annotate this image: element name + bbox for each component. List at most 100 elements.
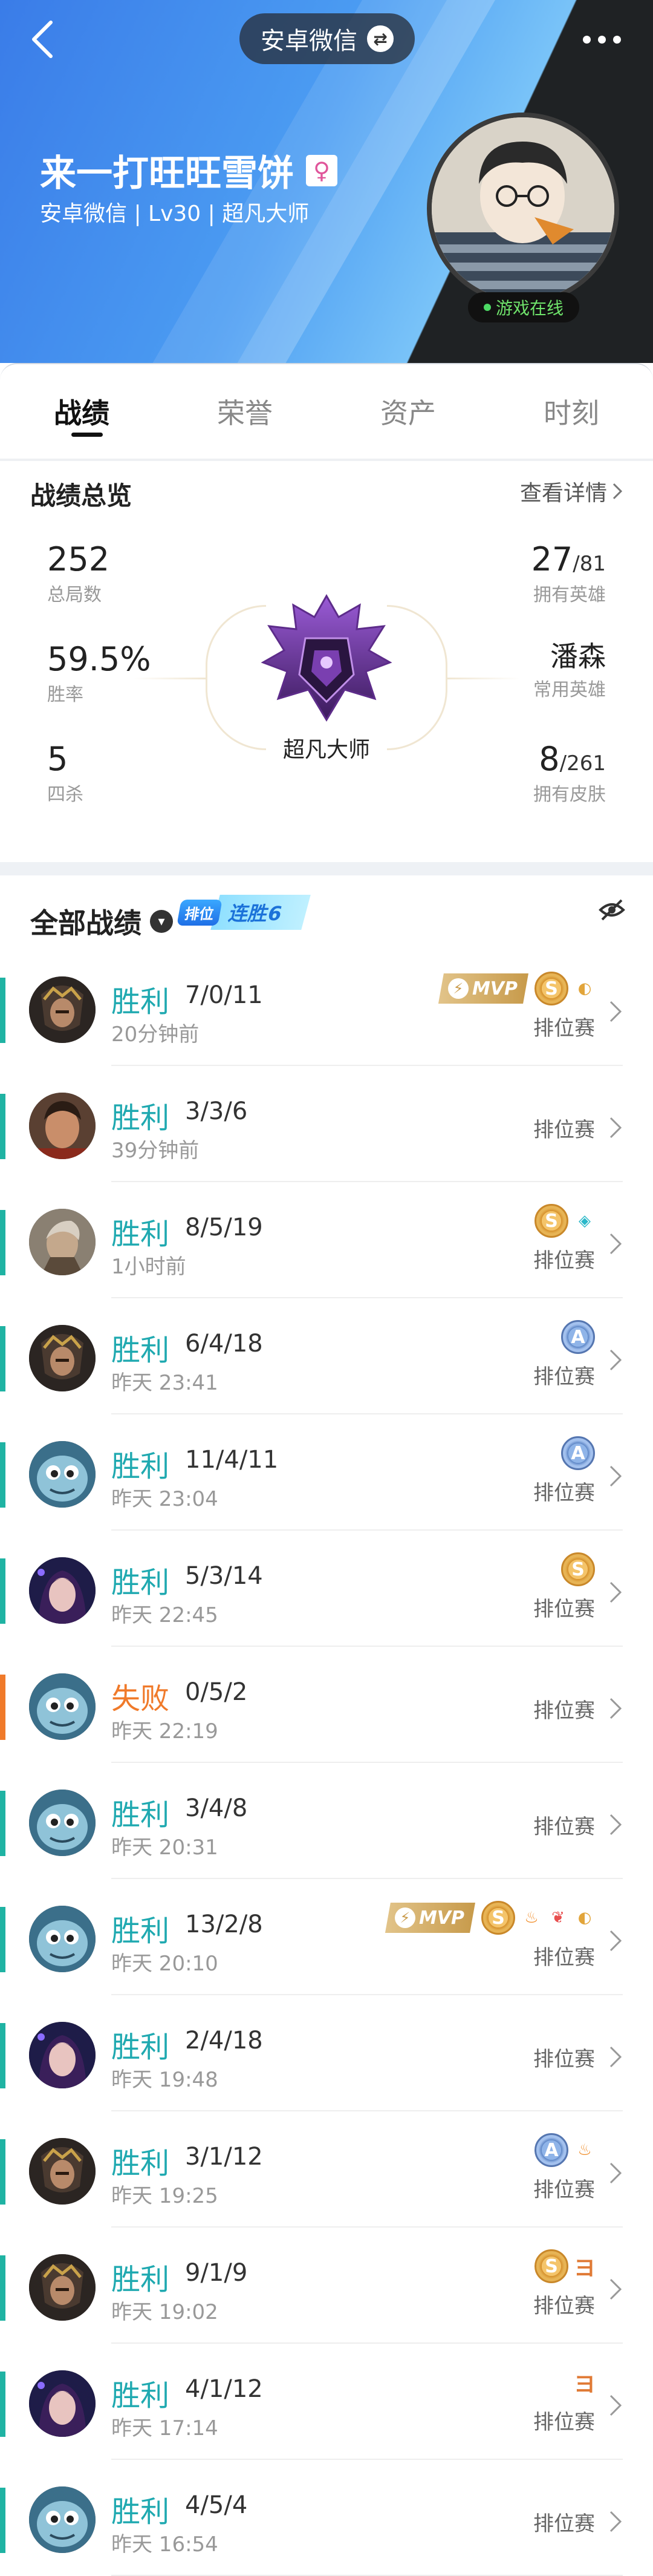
- match-time: 昨天 20:10: [111, 1952, 218, 1976]
- s-grade-medal-icon: S: [534, 972, 568, 1005]
- chevron-left-icon: [32, 21, 53, 58]
- tab-label: 荣誉: [217, 397, 273, 430]
- bolt-icon: ⚡: [394, 1907, 415, 1928]
- match-row[interactable]: 胜利 2/4/18 昨天 19:48 排位赛: [0, 1995, 653, 2111]
- chevron-right-icon: [609, 1930, 622, 1952]
- match-row[interactable]: 胜利 8/5/19 1小时前 ◈ S 排位赛: [0, 1182, 653, 1298]
- match-mode: 排位赛: [533, 2512, 595, 2536]
- chevron-right-icon: [609, 2278, 622, 2300]
- result-color-bar: [0, 1210, 5, 1275]
- avatar[interactable]: [427, 113, 619, 305]
- hero-avatar: [29, 2138, 96, 2205]
- match-row[interactable]: 胜利 7/0/11 20分钟前 ◐ S ⚡ MVP 排位赛: [0, 950, 653, 1066]
- triple-kill-icon: ヨ: [574, 2372, 596, 2397]
- match-badges: A: [561, 1435, 595, 1471]
- coin-icon: ◐: [577, 1909, 592, 1927]
- match-row[interactable]: 胜利 4/1/12 昨天 17:14 ヨ排位赛: [0, 2344, 653, 2460]
- match-row[interactable]: 胜利 3/1/12 昨天 19:25 ♨ A 排位赛: [0, 2111, 653, 2228]
- match-row[interactable]: 胜利 11/4/11 昨天 23:04 A 排位赛: [0, 1414, 653, 1531]
- chevron-down-icon: ▾: [150, 910, 173, 933]
- match-row[interactable]: 胜利 5/3/14 昨天 22:45 S 排位赛: [0, 1531, 653, 1647]
- hero-avatar: [29, 2254, 96, 2321]
- match-row[interactable]: 胜利 4/5/4 昨天 16:54 排位赛: [0, 2460, 653, 2576]
- dot-icon: [612, 35, 621, 44]
- match-mode: 排位赛: [533, 1481, 595, 1505]
- result-color-bar: [0, 2372, 5, 2437]
- match-kda: 5/3/14: [185, 1562, 263, 1590]
- result-color-bar: [0, 1558, 5, 1624]
- mvp-badge: ⚡ MVP: [385, 1903, 475, 1933]
- mvp-label: MVP: [472, 978, 518, 999]
- match-time: 昨天 19:25: [111, 2184, 218, 2208]
- match-row[interactable]: 胜利 9/1/9 昨天 19:02 ヨ S 排位赛: [0, 2228, 653, 2344]
- match-kda: 3/4/8: [185, 1794, 248, 1822]
- stat-value: 59.5%: [47, 640, 151, 678]
- match-time: 昨天 19:02: [111, 2300, 218, 2324]
- a-grade-medal-icon: A: [561, 1320, 595, 1354]
- hero-avatar: [29, 2022, 96, 2088]
- tab-honor[interactable]: 荣誉: [163, 364, 326, 459]
- section-divider: [0, 862, 653, 875]
- match-time: 39分钟前: [111, 1139, 200, 1163]
- stat-heroes-owned: 27/81 拥有英雄: [531, 541, 606, 606]
- view-details-link[interactable]: 查看详情: [520, 476, 623, 507]
- chevron-right-icon: [609, 1233, 622, 1255]
- tab-moments[interactable]: 时刻: [490, 364, 653, 459]
- player-name-row: 来一打旺旺雪饼 ♀: [40, 144, 337, 197]
- match-badges: ◐ S ⚡ MVP: [438, 970, 595, 1007]
- s-grade-medal-icon: S: [534, 2249, 568, 2283]
- result-color-bar: [0, 2023, 5, 2088]
- more-options-button[interactable]: [574, 23, 629, 56]
- match-kda: 4/1/12: [185, 2375, 263, 2403]
- match-row[interactable]: 胜利 3/3/6 39分钟前 排位赛: [0, 1066, 653, 1182]
- tab-record[interactable]: 战绩: [0, 364, 163, 459]
- chevron-right-icon: [609, 1581, 622, 1603]
- match-time: 昨天 22:19: [111, 1719, 218, 1744]
- match-mode: 排位赛: [533, 2178, 595, 2202]
- stat-label: 总局数: [47, 584, 102, 606]
- hero-avatar: [29, 1557, 96, 1624]
- match-row[interactable]: 胜利 13/2/8 昨天 20:10 ◐ ❦ ♨ S ⚡ MVP 排位赛: [0, 1879, 653, 1995]
- match-mode: 排位赛: [533, 1016, 595, 1041]
- result-color-bar: [0, 2255, 5, 2321]
- match-mode: 排位赛: [533, 2294, 595, 2318]
- match-result: 胜利: [111, 1217, 170, 1251]
- mvp-label: MVP: [418, 1907, 464, 1929]
- hero-avatar: [29, 1093, 96, 1159]
- match-result: 胜利: [111, 2146, 170, 2180]
- match-time: 1小时前: [111, 1255, 186, 1279]
- match-mode: 排位赛: [533, 1365, 595, 1389]
- match-result: 胜利: [111, 1798, 170, 1832]
- all-records-filter[interactable]: 全部战绩 ▾: [30, 901, 173, 941]
- result-color-bar: [0, 2488, 5, 2553]
- result-color-bar: [0, 1907, 5, 1972]
- chevron-right-icon: [609, 2162, 622, 2184]
- match-time: 昨天 16:54: [111, 2532, 218, 2557]
- female-icon: ♀: [306, 154, 337, 186]
- chevron-right-icon: [609, 1349, 622, 1371]
- match-row[interactable]: 失败 0/5/2 昨天 22:19 排位赛: [0, 1647, 653, 1763]
- streak-prefix: 排位: [177, 899, 223, 926]
- back-button[interactable]: [24, 18, 60, 60]
- tab-assets[interactable]: 资产: [326, 364, 490, 459]
- match-time: 昨天 17:14: [111, 2416, 218, 2440]
- rank-emblem-icon: [261, 593, 392, 722]
- chevron-right-icon: [609, 1814, 622, 1836]
- tab-label: 战绩: [54, 397, 109, 430]
- summary-title: 战绩总览: [30, 481, 132, 511]
- match-row[interactable]: 胜利 3/4/8 昨天 20:31 排位赛: [0, 1763, 653, 1879]
- win-streak-badge: 排位 连胜6: [177, 893, 311, 932]
- match-mode: 排位赛: [533, 1815, 595, 1839]
- match-result: 胜利: [111, 2495, 170, 2529]
- stat-value: 5: [47, 740, 68, 778]
- chevron-right-icon: [609, 2395, 622, 2416]
- match-row[interactable]: 胜利 6/4/18 昨天 23:41 A 排位赛: [0, 1298, 653, 1414]
- player-name: 来一打旺旺雪饼: [40, 152, 294, 195]
- chevron-right-icon: [609, 1465, 622, 1487]
- match-mode: 排位赛: [533, 1249, 595, 1273]
- chevron-right-icon: [609, 1117, 622, 1139]
- eye-off-icon[interactable]: [599, 898, 625, 922]
- match-kda: 11/4/11: [185, 1446, 279, 1474]
- match-time: 昨天 19:48: [111, 2068, 218, 2092]
- platform-switch-button[interactable]: 安卓微信 ⇄: [239, 13, 415, 64]
